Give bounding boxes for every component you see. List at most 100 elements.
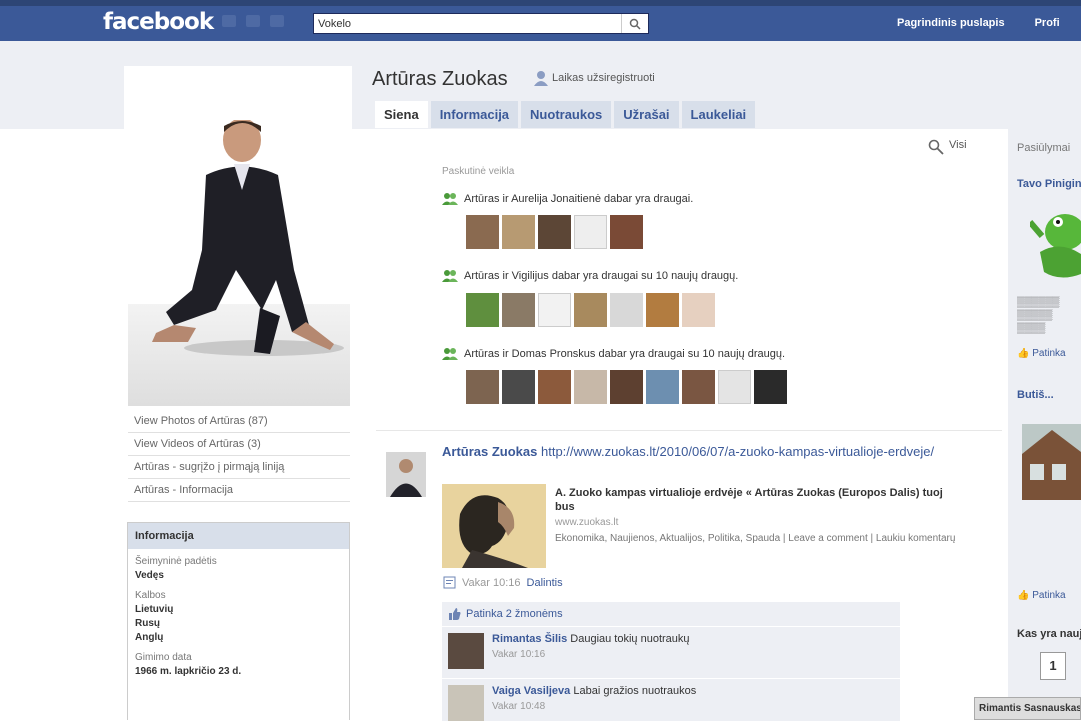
facebook-logo[interactable]: facebook	[103, 9, 214, 35]
commenter-avatar[interactable]	[448, 685, 484, 721]
nav-profile-link[interactable]: Profi	[1035, 17, 1060, 29]
right-column-heading[interactable]: Tavo Piniginė	[1017, 178, 1081, 190]
link-thumbnail[interactable]	[442, 484, 546, 568]
profile-picture[interactable]	[124, 66, 352, 408]
friend-thumbnail[interactable]	[574, 370, 607, 404]
subscribe-link[interactable]: Laikas užsiregistruoti	[534, 70, 655, 86]
friend-thumbnail[interactable]	[754, 370, 787, 404]
user-icon	[534, 71, 548, 86]
info-label: Kalbos	[135, 590, 166, 601]
friend-requests-icon[interactable]	[222, 15, 236, 27]
friend-thumbnails	[466, 215, 643, 249]
info-value: Vedęs	[135, 570, 164, 581]
friend-thumbnail[interactable]	[718, 370, 751, 404]
friend-thumbnail[interactable]	[502, 293, 535, 327]
friend-thumbnail[interactable]	[538, 215, 571, 249]
right-column-heading[interactable]: Kas yra naujo	[1017, 628, 1081, 640]
post-author-link[interactable]: Artūras Zuokas	[442, 444, 537, 459]
chat-bar-tab[interactable]: Rimantis Sasnauskas	[974, 697, 1081, 720]
post-timestamp[interactable]: Vakar 10:16	[462, 577, 521, 589]
filter-label: Visi	[949, 139, 967, 151]
likes-count[interactable]: Patinka 2 žmonėms	[466, 608, 563, 620]
tab-info[interactable]: Informacija	[430, 101, 519, 128]
friend-thumbnail[interactable]	[466, 215, 499, 249]
friend-thumbnail[interactable]	[538, 293, 571, 327]
info-link[interactable]: Artūras - Informacija	[128, 479, 350, 502]
info-value: Lietuvių	[135, 604, 174, 615]
top-nav: Pagrindinis puslapis Profi	[897, 17, 1060, 29]
commenter-avatar[interactable]	[448, 633, 484, 669]
link-title[interactable]: A. Zuoko kampas virtualioje erdvėje « Ar…	[555, 486, 960, 514]
frog-mascot-image	[1030, 214, 1081, 278]
link-description: Ekonomika, Naujienos, Aktualijos, Politi…	[555, 533, 956, 544]
house-image	[1022, 424, 1081, 500]
comment-body: Daugiau tokių nuotraukų	[570, 633, 690, 645]
comment: Rimantas Šilis Daugiau tokių nuotraukų V…	[442, 626, 900, 679]
activity-text[interactable]: Artūras ir Vigilijus dabar yra draugai s…	[464, 270, 738, 282]
friend-thumbnail[interactable]	[574, 293, 607, 327]
link-icon	[443, 576, 456, 589]
search-button[interactable]	[621, 14, 648, 33]
tab-notes[interactable]: Užrašai	[614, 101, 679, 128]
activity-text[interactable]: Artūras ir Aurelija Jonaitienė dabar yra…	[464, 193, 693, 205]
tab-wall[interactable]: Siena	[375, 101, 428, 128]
commenter-name[interactable]: Vaiga Vasiljeva	[492, 685, 570, 697]
comment-time: Vakar 10:48	[492, 701, 546, 712]
status-link[interactable]: Artūras - sugrįžo į pirmąją liniją	[128, 456, 350, 479]
wall-filter[interactable]: Visi	[928, 139, 967, 155]
like-icon	[449, 608, 461, 620]
friend-thumbnail[interactable]	[646, 370, 679, 404]
commenter-name[interactable]: Rimantas Šilis	[492, 633, 567, 645]
friend-thumbnail[interactable]	[466, 293, 499, 327]
profile-tabs: Siena Informacija Nuotraukos Užrašai Lau…	[375, 101, 756, 128]
link-preview[interactable]: A. Zuoko kampas virtualioje erdvėje « Ar…	[442, 484, 960, 570]
comment-body: Labai gražios nuotraukos	[573, 685, 697, 697]
friend-thumbnail[interactable]	[646, 293, 679, 327]
link-domain: www.zuokas.lt	[555, 517, 619, 528]
view-videos-link[interactable]: View Videos of Artūras (3)	[128, 433, 350, 456]
friend-thumbnail[interactable]	[610, 215, 643, 249]
tab-photos[interactable]: Nuotraukos	[521, 101, 612, 128]
tab-boxes[interactable]: Laukeliai	[681, 101, 756, 128]
subscribe-label: Laikas užsiregistruoti	[552, 72, 655, 84]
friends-icon	[442, 193, 458, 205]
friend-thumbnail[interactable]	[682, 370, 715, 404]
friend-thumbnail[interactable]	[466, 370, 499, 404]
view-photos-link[interactable]: View Photos of Artūras (87)	[128, 410, 350, 433]
messages-icon[interactable]	[246, 15, 260, 27]
notification-icons	[222, 15, 284, 27]
search-input[interactable]	[318, 16, 618, 31]
friend-thumbnail[interactable]	[538, 370, 571, 404]
magnifier-icon	[928, 139, 944, 155]
info-label: Šeimyninė padėtis	[135, 556, 217, 567]
top-bar: facebook Pagrindinis puslapis Profi	[0, 0, 1081, 41]
right-column-blurb: ▒▒▒▒▒▒ ▒▒▒▒▒ ▒▒▒▒	[1017, 297, 1060, 334]
right-column-heading[interactable]: Butiš...	[1017, 389, 1081, 401]
likes-bar: Patinka 2 žmonėms	[442, 602, 900, 626]
calendar-day[interactable]: 1	[1040, 652, 1066, 680]
friend-thumbnail[interactable]	[610, 293, 643, 327]
share-link[interactable]: Dalintis	[527, 577, 563, 589]
right-like-link[interactable]: 👍 Patinka	[1017, 590, 1066, 601]
activity-text[interactable]: Artūras ir Domas Pronskus dabar yra drau…	[464, 348, 785, 360]
right-like-link[interactable]: 👍 Patinka	[1017, 348, 1066, 359]
right-like-label: Patinka	[1032, 348, 1066, 359]
friend-thumbnail[interactable]	[502, 370, 535, 404]
nav-home-link[interactable]: Pagrindinis puslapis	[897, 17, 1005, 29]
activity-item: Artūras ir Domas Pronskus dabar yra drau…	[442, 347, 785, 360]
profile-name[interactable]: Artūras Zuokas	[372, 68, 508, 91]
friend-thumbnail[interactable]	[502, 215, 535, 249]
profile-links: View Photos of Artūras (87) View Videos …	[128, 410, 350, 502]
friend-thumbnail[interactable]	[574, 215, 607, 249]
search-box	[313, 13, 649, 34]
friends-icon	[442, 348, 458, 360]
friend-thumbnails	[466, 293, 715, 327]
friend-thumbnail[interactable]	[610, 370, 643, 404]
post-divider	[376, 430, 1002, 431]
post-url-link[interactable]: http://www.zuokas.lt/2010/06/07/a-zuoko-…	[541, 444, 934, 459]
friend-thumbnail[interactable]	[682, 293, 715, 327]
post-author-avatar[interactable]	[386, 452, 426, 497]
search-icon	[629, 18, 641, 30]
notifications-icon[interactable]	[270, 15, 284, 27]
info-box: Informacija Šeimyninė padėtis Vedęs Kalb…	[127, 522, 350, 720]
